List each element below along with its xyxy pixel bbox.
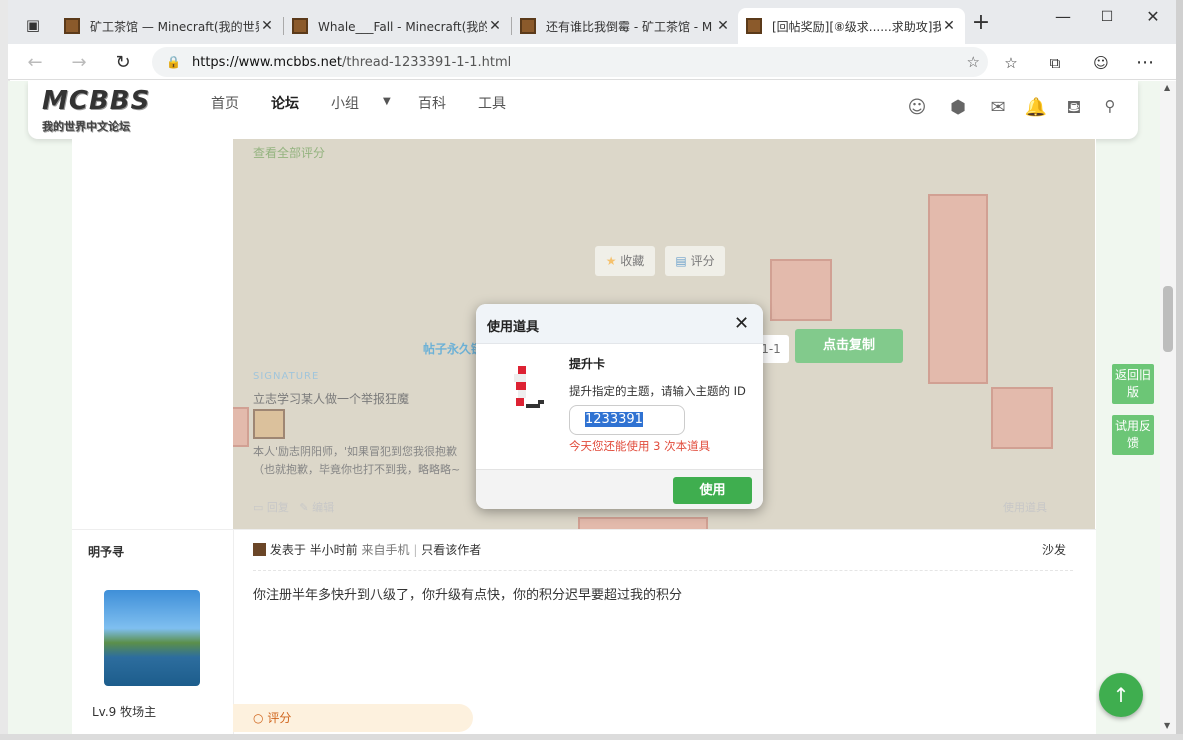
nav-wiki[interactable]: 百科	[418, 93, 446, 113]
logo-subtitle: 我的世界中文论坛	[42, 120, 130, 133]
close-tab-icon[interactable]: ✕	[487, 18, 503, 34]
groups-dropdown-icon[interactable]: ▼	[383, 96, 391, 107]
feedback-button[interactable]: 试用反馈	[1112, 415, 1154, 455]
browser-tab[interactable]: 矿工茶馆 — Minecraft(我的世界 ✕	[56, 8, 283, 44]
new-tab-button[interactable]: +	[968, 10, 994, 36]
collections-icon[interactable]: ⧉	[1042, 50, 1068, 76]
scroll-up-icon[interactable]: ▲	[1164, 83, 1170, 92]
close-window-icon[interactable]: ✕	[1140, 4, 1166, 30]
address-bar[interactable]: 🔒 https://www.mcbbs.net/thread-1233391-1…	[152, 47, 988, 77]
minecraft-favicon-icon	[64, 18, 80, 34]
tab-title: 矿工茶馆 — Minecraft(我的世界	[90, 19, 259, 34]
back-to-top-button[interactable]: ↑	[1099, 673, 1143, 717]
browser-toolbar: ← → ↻ 🔒 https://www.mcbbs.net/thread-123…	[8, 44, 1176, 80]
close-tab-icon[interactable]: ✕	[941, 18, 957, 34]
use-item-dialog: 使用道具 ✕ 提升卡 提升指定的主题，请输入主题的 ID 1233391 今天您…	[476, 304, 763, 509]
browser-tab[interactable]: 还有谁比我倒霉 - 矿工茶馆 - M ✕	[512, 8, 739, 44]
dialog-footer: 使用	[476, 469, 763, 509]
nav-groups[interactable]: 小组	[331, 93, 359, 113]
maximize-icon[interactable]: ☐	[1094, 4, 1120, 30]
old-version-button[interactable]: 返回旧版	[1112, 364, 1154, 404]
site-header: MCBBS 我的世界中文论坛 首页 论坛 小组 ▼ 百科 工具 ☺ ⬢ ✉ 🔔 ⛾…	[28, 81, 1138, 139]
dialog-header: 使用道具 ✕	[476, 304, 763, 344]
nav-forum[interactable]: 论坛	[271, 93, 299, 113]
nav-tools[interactable]: 工具	[478, 93, 506, 113]
reply-author-avatar[interactable]	[104, 590, 200, 686]
bell-icon[interactable]: 🔔	[1024, 97, 1048, 121]
reply-message: 你注册半年多快升到八级了，你升级有点快，你的积分迟早要超过我的积分	[253, 588, 683, 603]
url-host: https://www.mcbbs.net	[192, 54, 342, 70]
browser-tab-active[interactable]: [回帖奖励][⑧级求......求助攻]我 ✕	[738, 8, 965, 44]
circle-icon: ○	[253, 711, 264, 725]
reply-rate-bar[interactable]: ○ 评分	[233, 704, 473, 732]
firework-item-icon	[514, 366, 544, 408]
tab-actions-icon[interactable]: ▣	[20, 12, 46, 38]
reply-author-name[interactable]: 明予寻	[88, 543, 124, 560]
browser-tab-bar: ▣ 矿工茶馆 — Minecraft(我的世界 ✕ Whale___Fall -…	[8, 0, 1176, 44]
search-icon[interactable]: ⚲	[1098, 97, 1122, 121]
close-icon[interactable]: ✕	[734, 313, 749, 334]
paint-bucket-icon[interactable]: ⛾	[1062, 97, 1086, 121]
reply-post	[72, 529, 1096, 734]
remaining-prefix: 今天您还能使用	[569, 439, 650, 453]
add-favorite-icon[interactable]: ☆	[967, 53, 980, 71]
meta-divider	[253, 570, 1073, 571]
nav-home[interactable]: 首页	[211, 93, 239, 113]
close-tab-icon[interactable]: ✕	[259, 18, 275, 34]
reply-author-level: Lv.9 牧场主	[92, 705, 157, 719]
minecraft-favicon-icon	[292, 18, 308, 34]
remaining-count: 3	[653, 439, 661, 453]
thread-id-value: 1233391	[585, 412, 643, 427]
user-icon	[253, 543, 266, 556]
tab-title: Whale___Fall - Minecraft(我的世	[318, 19, 487, 34]
url-path: /thread-1233391-1-1.html	[342, 54, 512, 70]
site-logo[interactable]: MCBBS 我的世界中文论坛	[42, 86, 160, 133]
tab-title: [回帖奖励][⑧级求......求助攻]我	[772, 19, 941, 34]
tab-title: 还有谁比我倒霉 - 矿工茶馆 - M	[546, 19, 713, 34]
desktop-background-right	[1176, 0, 1183, 740]
remaining-uses: 今天您还能使用 3 次本道具	[569, 438, 710, 454]
close-tab-icon[interactable]: ✕	[715, 18, 731, 34]
desktop-background-bottom	[0, 734, 1183, 740]
item-description: 提升指定的主题，请输入主题的 ID	[569, 384, 746, 398]
package-icon[interactable]: ⬢	[946, 97, 970, 121]
favorites-icon[interactable]: ☆	[998, 50, 1024, 76]
browser-tab[interactable]: Whale___Fall - Minecraft(我的世 ✕	[284, 8, 511, 44]
back-icon[interactable]: ←	[22, 50, 48, 76]
more-menu-icon[interactable]: ⋯	[1132, 50, 1158, 76]
author-only-link[interactable]: 只看该作者	[421, 543, 481, 557]
reply-meta: 发表于 半小时前 来自手机 | 只看该作者	[253, 541, 481, 558]
item-name: 提升卡	[569, 357, 606, 371]
web-page: MCBBS 我的世界中文论坛 首页 论坛 小组 ▼ 百科 工具 ☺ ⬢ ✉ 🔔 ⛾…	[8, 81, 1160, 734]
minecraft-favicon-icon	[520, 18, 536, 34]
forward-icon[interactable]: →	[66, 50, 92, 76]
logo-text: MCBBS	[42, 86, 151, 116]
scrollbar-thumb[interactable]	[1163, 286, 1173, 352]
mail-icon[interactable]: ✉	[986, 97, 1010, 121]
lock-icon[interactable]: 🔒	[166, 55, 181, 69]
reply-time: 发表于 半小时前	[269, 543, 358, 557]
profile-icon[interactable]: ☺	[1088, 50, 1114, 76]
reply-rate-label: 评分	[267, 711, 292, 725]
scroll-down-icon[interactable]: ▼	[1164, 721, 1170, 730]
reply-source: 来自手机	[361, 543, 410, 557]
dialog-title: 使用道具	[487, 320, 540, 335]
floor-number[interactable]: 沙发	[1042, 541, 1066, 558]
minimize-icon[interactable]: —	[1050, 4, 1076, 30]
refresh-icon[interactable]: ↻	[110, 50, 136, 76]
page-left-margin	[8, 81, 24, 734]
remaining-suffix: 次本道具	[664, 439, 711, 453]
minecraft-favicon-icon	[746, 18, 762, 34]
user-avatar-icon[interactable]: ☺	[905, 97, 929, 121]
use-button[interactable]: 使用	[673, 477, 752, 504]
page-scrollbar[interactable]: ▲ ▼	[1160, 81, 1176, 734]
thread-id-input[interactable]: 1233391	[569, 405, 685, 435]
